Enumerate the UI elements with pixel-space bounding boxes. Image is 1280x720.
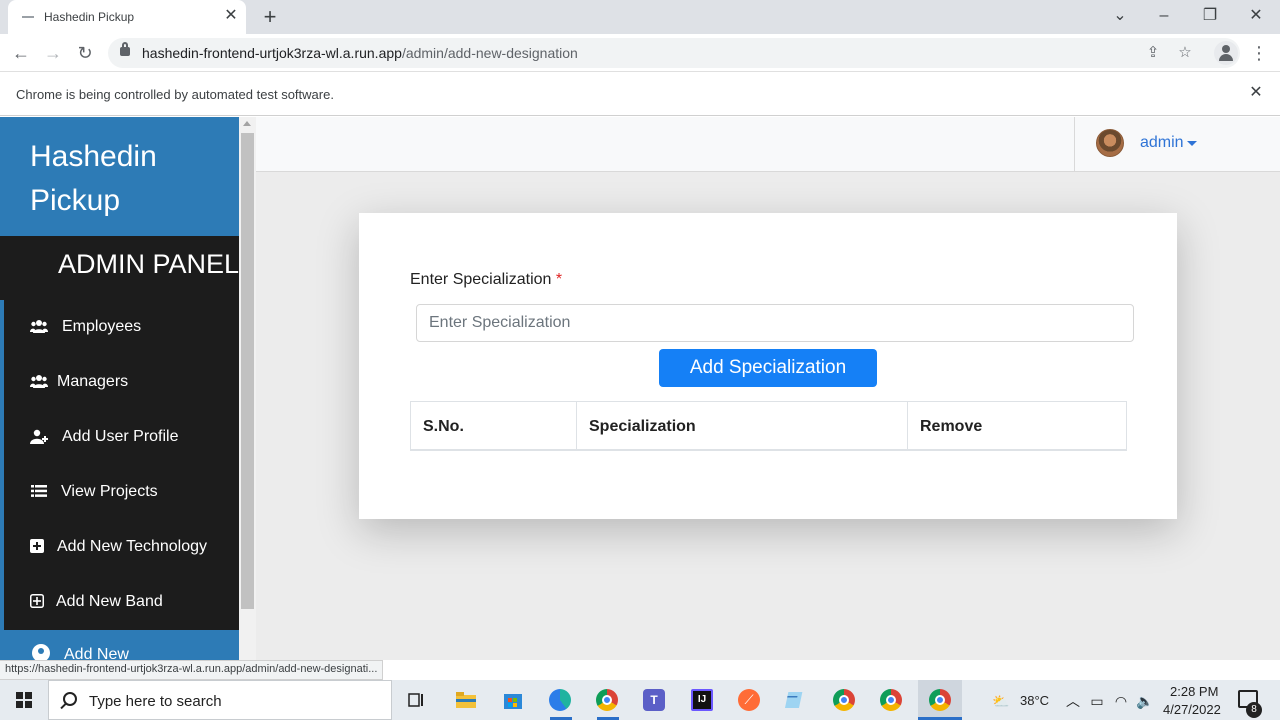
column-header-sno: S.No. [411, 402, 577, 450]
chrome-icon[interactable] [587, 684, 627, 716]
task-view-icon[interactable] [396, 684, 436, 716]
sidebar-item-label: Add New Band [56, 593, 163, 610]
browser-toolbar: ← → ↻ hashedin-frontend-urtjok3rza-wl.a.… [0, 34, 1280, 72]
back-icon[interactable]: ← [8, 40, 34, 66]
sidebar-item-view-projects[interactable]: View Projects [4, 472, 239, 516]
navbar-divider [1074, 117, 1075, 172]
chrome-icon[interactable] [871, 684, 911, 716]
url-text[interactable]: hashedin-frontend-urtjok3rza-wl.a.run.ap… [142, 45, 578, 61]
scroll-up-arrow-icon[interactable] [243, 121, 251, 126]
notepad-icon[interactable] [776, 684, 816, 716]
forward-icon[interactable]: → [40, 40, 66, 66]
specialization-input[interactable] [416, 304, 1134, 342]
chrome-menu-icon[interactable]: ⋮ [1250, 40, 1268, 66]
file-explorer-icon[interactable] [446, 684, 486, 716]
url-path: /admin/add-new-designation [401, 45, 578, 61]
admin-dropdown[interactable]: admin [1140, 134, 1184, 152]
tab-search-icon[interactable]: ⌄ [1100, 4, 1140, 28]
add-specialization-button[interactable]: Add Specialization [659, 349, 877, 387]
caret-down-icon[interactable] [1187, 141, 1197, 146]
sidebar-item-employees[interactable]: Employees [4, 307, 239, 351]
tab-title: Hashedin Pickup [44, 10, 135, 24]
brand-title[interactable]: Hashedin Pickup [30, 135, 210, 223]
sidebar-item-label: Add User Profile [62, 428, 179, 445]
sidebar: Hashedin Pickup ADMIN PANEL Employees Ma… [0, 117, 239, 660]
scrollbar-thumb[interactable] [241, 133, 254, 609]
chrome-icon[interactable] [824, 684, 864, 716]
tab-strip: Hashedin Pickup ✕ + ⌄ – ❐ ✕ [0, 0, 1280, 34]
minimize-button[interactable]: – [1144, 4, 1184, 28]
edge-browser-icon[interactable] [540, 684, 580, 716]
link-status-bubble: https://hashedin-frontend-urtjok3rza-wl.… [0, 660, 384, 680]
volume-icon[interactable]: 🔈 [1136, 692, 1154, 710]
chevron-up-icon[interactable]: ︿ [1064, 692, 1082, 710]
windows-taskbar: Type here to search T IJ ⟋ ⛅ 38°C ︿ ▭ ◠ … [0, 680, 1280, 720]
label-text: Enter Specialization [410, 271, 552, 288]
sidebar-item-label: View Projects [61, 483, 158, 500]
share-icon[interactable]: ⇪ [1142, 42, 1164, 64]
new-tab-button[interactable]: + [258, 5, 282, 29]
close-tab-icon[interactable]: ✕ [222, 7, 240, 25]
url-host: hashedin-frontend-urtjok3rza-wl.a.run.ap… [142, 45, 402, 61]
sidebar-item-label: Employees [62, 318, 142, 335]
microsoft-store-icon[interactable] [493, 684, 533, 716]
users-icon [30, 319, 48, 337]
address-bar[interactable]: hashedin-frontend-urtjok3rza-wl.a.run.ap… [108, 38, 1240, 68]
teams-icon[interactable]: T [634, 684, 674, 716]
browser-tab[interactable]: Hashedin Pickup ✕ [8, 0, 246, 34]
active-chrome-taskbar-item[interactable] [918, 680, 962, 720]
taskbar-search[interactable]: Type here to search [48, 680, 392, 720]
brand-block: Hashedin Pickup [0, 117, 239, 236]
clock-date[interactable]: 4/27/2022 [1163, 702, 1221, 717]
temperature-text[interactable]: 38°C [1020, 693, 1049, 708]
specialization-label: Enter Specialization * [410, 271, 562, 289]
sidebar-item-managers[interactable]: Managers [4, 362, 239, 406]
windows-logo-icon [16, 692, 32, 708]
users-icon [30, 374, 48, 392]
search-icon [63, 692, 77, 706]
sidebar-item-label: Add New [64, 646, 129, 660]
admin-panel-title: ADMIN PANEL [58, 249, 239, 279]
clock-time[interactable]: 2:28 PM [1170, 684, 1218, 699]
column-header-specialization: Specialization [577, 402, 908, 450]
user-circle-icon [32, 644, 50, 660]
list-icon [30, 484, 48, 502]
taskbar-search-placeholder: Type here to search [89, 693, 222, 710]
infobar-close-icon[interactable]: ✕ [1246, 83, 1266, 103]
close-window-button[interactable]: ✕ [1236, 4, 1276, 28]
specialization-table: S.No. Specialization Remove [410, 401, 1127, 451]
plus-square-icon [28, 539, 46, 557]
specialization-card: Enter Specialization * Add Specializatio… [359, 213, 1177, 519]
sidebar-item-add-new-technology[interactable]: Add New Technology [4, 527, 239, 571]
postman-icon[interactable]: ⟋ [729, 684, 769, 716]
sidebar-item-add-new-band[interactable]: Add New Band [4, 582, 239, 626]
wifi-icon[interactable]: ◠ [1112, 692, 1130, 710]
infobar-text: Chrome is being controlled by automated … [16, 87, 334, 102]
automation-infobar: Chrome is being controlled by automated … [0, 73, 1280, 116]
required-asterisk: * [555, 271, 563, 288]
lock-icon[interactable] [120, 42, 130, 56]
sidebar-item-label: Managers [57, 373, 129, 390]
notification-count-badge: 8 [1246, 702, 1262, 718]
start-button[interactable] [0, 680, 48, 720]
plus-square-outline-icon [28, 594, 46, 612]
battery-icon[interactable]: ▭ [1088, 692, 1106, 710]
top-navbar: admin [256, 117, 1280, 172]
user-avatar[interactable] [1096, 129, 1124, 157]
sidebar-item-add-user-profile[interactable]: Add User Profile [4, 417, 239, 461]
profile-avatar-icon[interactable] [1214, 41, 1238, 65]
sidebar-scrollbar[interactable] [239, 117, 256, 660]
user-plus-icon [30, 429, 48, 447]
intellij-icon[interactable]: IJ [682, 684, 722, 716]
tab-favicon-icon [22, 16, 34, 18]
bookmark-star-icon[interactable]: ☆ [1174, 42, 1196, 64]
sidebar-item-add-new[interactable]: Add New [0, 630, 239, 660]
column-header-remove: Remove [920, 418, 983, 435]
restore-button[interactable]: ❐ [1190, 4, 1230, 28]
sidebar-item-label: Add New Technology [57, 538, 208, 555]
reload-icon[interactable]: ↻ [72, 40, 98, 66]
main-content: admin Enter Specialization * Add Special… [256, 117, 1280, 660]
weather-icon[interactable]: ⛅ [990, 692, 1012, 710]
